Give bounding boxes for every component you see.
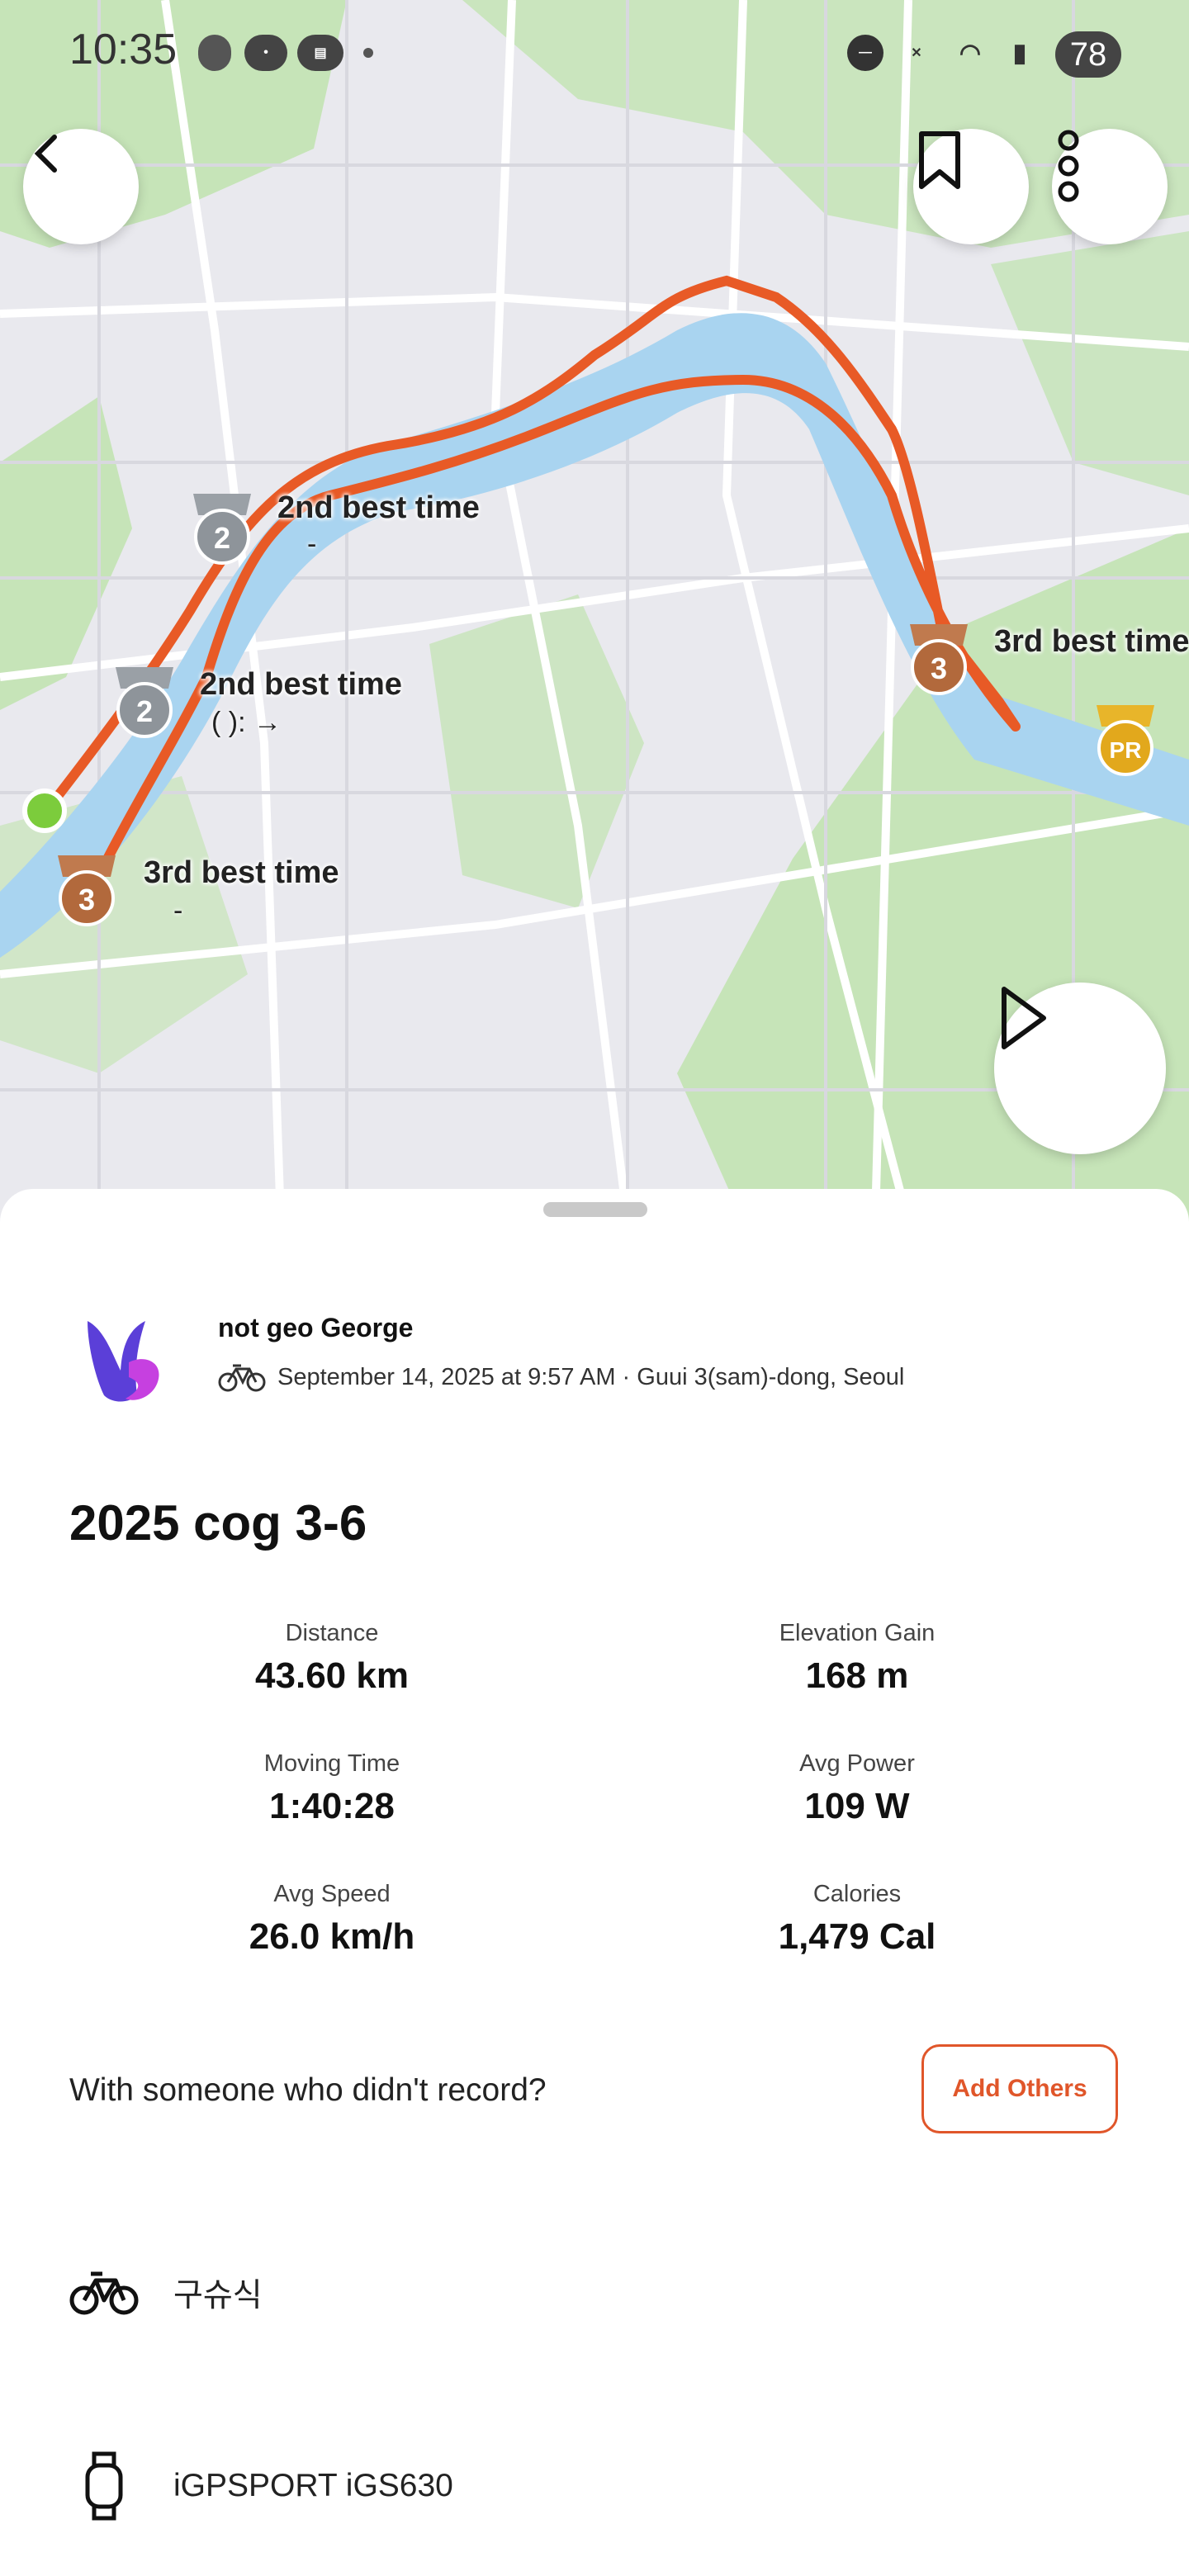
segment-label-detail: ( ): → [211, 707, 282, 738]
more-vertical-icon [1058, 130, 1079, 202]
back-button[interactable] [23, 129, 139, 244]
activity-meta: September 14, 2025 at 9:57 AM · Guui 3(s… [218, 1361, 904, 1394]
stat-label: Avg Power [799, 1750, 915, 1777]
notification-dot-icon [363, 48, 373, 58]
segment-label-title: 2nd best time [200, 667, 402, 702]
bookmark-icon [919, 131, 960, 189]
stat-value: 109 W [804, 1786, 910, 1826]
medal-number: 2 [214, 521, 230, 555]
activity-date-location: September 14, 2025 at 9:57 AM · Guui 3(s… [277, 1363, 905, 1390]
drag-handle[interactable] [543, 1202, 647, 1217]
start-marker [22, 788, 67, 833]
segment-label-title: 3rd best time [994, 624, 1189, 659]
medal-number: 2 [136, 694, 153, 728]
segment-label-detail: - [173, 895, 183, 926]
battery-indicator: 78 [1055, 31, 1121, 78]
stat-avg-speed: Avg Speed 26.0 km/h [117, 1881, 547, 1958]
segment-label-detail: - [307, 528, 317, 560]
stat-moving-time: Moving Time 1:40:28 [117, 1750, 547, 1827]
stat-value: 26.0 km/h [249, 1916, 415, 1957]
gear-name: iGPSPORT iGS630 [173, 2468, 453, 2503]
stat-label: Calories [812, 1881, 902, 1907]
more-options-button[interactable] [1052, 129, 1168, 244]
screenshot-icon [198, 35, 231, 71]
dnd-icon: — [847, 35, 883, 71]
add-others-button[interactable]: Add Others [921, 2044, 1118, 2133]
status-time: 10:35 [69, 26, 178, 73]
talk-icon: • [244, 35, 287, 71]
play-flyover-button[interactable] [994, 983, 1166, 1154]
stat-label: Elevation Gain [779, 1620, 936, 1646]
stat-value: 43.60 km [255, 1655, 409, 1696]
mute-icon: ✕ [911, 46, 922, 60]
stat-elevation: Elevation Gain 168 m [642, 1620, 1072, 1697]
athlete-name[interactable]: not geo George [218, 1313, 413, 1343]
segment-label-title: 3rd best time [144, 855, 339, 890]
activity-title: 2025 cog 3-6 [69, 1495, 367, 1551]
avatar[interactable] [79, 1313, 178, 1420]
medal-number: 3 [931, 651, 947, 685]
activity-map[interactable]: 10:35 • ▤ — ✕ ◠ ▮ 78 2 2 3 3 PR 2nd best… [0, 0, 1189, 1222]
watch-icon [85, 2451, 123, 2521]
medal-number: 3 [78, 883, 95, 916]
stat-calories: Calories 1,479 Cal [642, 1881, 1072, 1958]
back-arrow-icon [34, 135, 57, 173]
bike-icon [218, 1364, 266, 1392]
gear-item-bike[interactable]: 구슈식 [69, 2264, 263, 2322]
wifi-icon: ◠ [959, 39, 982, 67]
stat-label: Distance [285, 1620, 379, 1646]
segment-label-title: 2nd best time [277, 490, 480, 525]
stat-distance: Distance 43.60 km [117, 1620, 547, 1697]
together-prompt: With someone who didn't record? [69, 2072, 547, 2108]
status-bar: 10:35 • ▤ — ✕ ◠ ▮ 78 [0, 0, 1189, 107]
bookmark-button[interactable] [913, 129, 1029, 244]
gear-item-device[interactable]: iGPSPORT iGS630 [69, 2449, 453, 2523]
stat-value: 1:40:28 [269, 1786, 395, 1826]
stat-value: 168 m [805, 1655, 909, 1696]
play-icon [1002, 987, 1046, 1049]
stat-label: Avg Speed [273, 1881, 391, 1907]
gear-name: 구슈식 [173, 2278, 263, 2313]
bike-icon [69, 2271, 139, 2315]
stat-label: Moving Time [263, 1750, 400, 1777]
webtoon-icon: ▤ [297, 35, 343, 71]
activity-detail-sheet: not geo George September 14, 2025 at 9:5… [0, 1189, 1189, 2576]
medal-number: PR [1110, 737, 1142, 763]
stat-avg-power: Avg Power 109 W [642, 1750, 1072, 1827]
signal-icon: ▮ [1012, 39, 1027, 67]
stat-value: 1,479 Cal [778, 1916, 936, 1957]
